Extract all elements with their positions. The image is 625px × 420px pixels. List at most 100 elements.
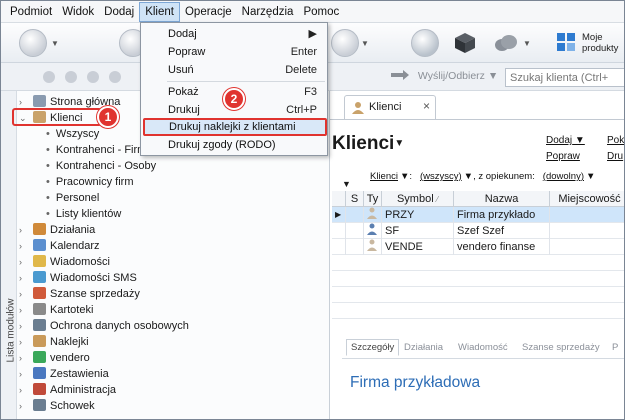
- menu-item-dodaj[interactable]: Dodaj ▶: [141, 25, 327, 43]
- menu-narzedzia[interactable]: Narzędzia: [237, 2, 299, 22]
- chevron-down-icon: ▼: [394, 138, 405, 149]
- globe-icon[interactable]: [411, 29, 439, 57]
- column-header-miejscowosc[interactable]: Miejscowość: [550, 191, 624, 207]
- column-header-symbol[interactable]: Symbol ⁄: [382, 191, 454, 207]
- sidebar-item-administracja[interactable]: › Administracja: [19, 382, 116, 398]
- person-icon: [364, 239, 382, 255]
- filter-wszyscy[interactable]: (wszyscy): [420, 171, 462, 182]
- menu-item-popraw[interactable]: Popraw Enter: [141, 43, 327, 61]
- filter-dowolny[interactable]: (dowolny): [543, 171, 584, 182]
- sidebar-item-sms[interactable]: › Wiadomości SMS: [19, 270, 137, 286]
- search-client-input[interactable]: [505, 68, 624, 87]
- table-row-empty: [332, 287, 624, 303]
- tab-wiadomosc[interactable]: Wiadomość: [458, 342, 508, 353]
- chevron-down-icon: ▼: [487, 69, 499, 82]
- sidebar-item-zestawienia[interactable]: › Zestawienia: [19, 366, 109, 382]
- sidebar-item-label: Kalendarz: [50, 240, 100, 252]
- send-icon[interactable]: [19, 29, 47, 57]
- chevron-down-icon[interactable]: ▼: [400, 171, 409, 182]
- sidebar-sub-pracownicy[interactable]: Pracownicy firm: [46, 174, 134, 190]
- sidebar-item-wiadomosci[interactable]: › Wiadomości: [19, 254, 110, 270]
- sidebar-item-schowek[interactable]: › Schowek: [19, 398, 95, 414]
- menu-item-usun[interactable]: Usuń Delete: [141, 61, 327, 79]
- page-title[interactable]: Klienci▼: [332, 133, 404, 155]
- sidebar-item-label: Wiadomości: [50, 256, 110, 268]
- sidebar-item-kartoteki[interactable]: › Kartoteki: [19, 302, 93, 318]
- files-icon: [33, 303, 46, 315]
- box-icon[interactable]: [453, 31, 477, 55]
- calendar-icon: [33, 239, 46, 251]
- sidebar-sub-personel[interactable]: Personel: [46, 190, 99, 206]
- sidebar-label-text: Lista modułów: [5, 298, 17, 363]
- sidebar-sub-kontrahenci-firmy[interactable]: Kontrahenci - Firmy: [46, 142, 152, 158]
- table-row[interactable]: ▶ PRZY Firma przykłado: [332, 207, 624, 223]
- sidebar-sub-kontrahenci-osoby[interactable]: Kontrahenci - Osoby: [46, 158, 156, 174]
- reports-icon: [33, 367, 46, 379]
- menu-podmiot[interactable]: Podmiot: [5, 2, 57, 22]
- sidebar-sub-listy[interactable]: Listy klientów: [46, 206, 121, 222]
- cell-symbol: SF: [382, 223, 454, 239]
- send-receive-icon: [391, 70, 409, 80]
- menu-klient[interactable]: Klient: [139, 1, 180, 22]
- popraw-action[interactable]: Popraw: [546, 151, 580, 162]
- person-icon: [364, 223, 382, 239]
- sales-icon: [33, 287, 46, 299]
- menu-item-drukuj-naklejki[interactable]: Drukuj naklejki z klientami: [143, 118, 327, 136]
- column-header-nazwa[interactable]: Nazwa: [454, 191, 550, 207]
- home-icon: [33, 95, 46, 107]
- chevron-right-icon: ▶: [308, 28, 317, 40]
- search-person-icon[interactable]: [331, 29, 359, 57]
- drukuj-action[interactable]: Dru: [607, 151, 623, 162]
- pokaz-action[interactable]: Pok: [607, 135, 624, 146]
- sort-arrow-icon: ▼: [342, 179, 351, 189]
- cloud-icon[interactable]: [493, 33, 519, 53]
- cell-nazwa: Firma przykłado: [454, 207, 550, 223]
- close-icon[interactable]: ×: [423, 99, 430, 113]
- cell-s: [346, 239, 364, 255]
- column-header-label: Symbol: [396, 193, 434, 205]
- sidebar-item-dzialania[interactable]: › Działania: [19, 222, 95, 238]
- sidebar-item-naklejki[interactable]: › Naklejki: [19, 334, 89, 350]
- chevron-down-icon[interactable]: ▼: [361, 39, 369, 48]
- menu-item-label: Drukuj: [168, 104, 200, 116]
- tab-szanse-sprzedazy[interactable]: Szanse sprzedaży: [522, 342, 600, 353]
- menu-separator: [167, 81, 325, 82]
- tab-szczegoly[interactable]: Szczegóły: [346, 339, 400, 356]
- clipboard-icon: [33, 399, 46, 411]
- tab-p[interactable]: P: [612, 342, 618, 353]
- menu-pomoc[interactable]: Pomoc: [298, 2, 344, 22]
- labels-icon: [33, 335, 46, 347]
- column-header-ty[interactable]: Ty: [364, 191, 382, 207]
- tab-dzialania[interactable]: Działania: [404, 342, 443, 353]
- table-row[interactable]: SF Szef Szef: [332, 223, 624, 239]
- row-pointer: [332, 239, 346, 255]
- sidebar-item-szanse[interactable]: › Szanse sprzedaży: [19, 286, 140, 302]
- filter-klienci[interactable]: Klienci: [370, 171, 398, 182]
- dodaj-action[interactable]: Dodaj ▼: [546, 135, 585, 146]
- tab-klienci[interactable]: Klienci ×: [344, 95, 436, 119]
- admin-icon: [33, 383, 46, 395]
- vendero-icon: [33, 351, 46, 363]
- menu-dodaj[interactable]: Dodaj: [99, 2, 139, 22]
- chevron-down-icon[interactable]: ▼: [51, 39, 59, 48]
- sidebar-item-vendero[interactable]: › vendero: [19, 350, 90, 366]
- table-row[interactable]: VENDE vendero finanse: [332, 239, 624, 255]
- sidebar-item-kalendarz[interactable]: › Kalendarz: [19, 238, 100, 254]
- menu-operacje[interactable]: Operacje: [180, 2, 237, 22]
- column-header-s[interactable]: S: [346, 191, 364, 207]
- annotation-badge-1: 1: [97, 106, 119, 128]
- cell-symbol: VENDE: [382, 239, 454, 255]
- sort-icon: ⁄: [436, 195, 439, 204]
- menu-item-drukuj-zgody[interactable]: Drukuj zgody (RODO): [141, 136, 327, 154]
- chevron-down-icon[interactable]: ▼: [464, 171, 473, 182]
- chevron-down-icon[interactable]: ▼: [586, 171, 595, 182]
- products-icon: [557, 33, 575, 51]
- chevron-down-icon[interactable]: ▼: [523, 39, 531, 48]
- wyslij-odbierz-button[interactable]: Wyślij/Odbierz ▼: [389, 69, 498, 83]
- sidebar-sub-wszyscy[interactable]: Wszyscy: [46, 126, 99, 142]
- menu-widok[interactable]: Widok: [57, 2, 99, 22]
- filter-row: Klienci ▼: (wszyscy) ▼, z opiekunem: (dowo…: [370, 171, 595, 182]
- cell-miejscowosc: [550, 223, 624, 239]
- sidebar-item-ochrona[interactable]: › Ochrona danych osobowych: [19, 318, 189, 334]
- moje-produkty-button[interactable]: Moje produkty: [556, 29, 622, 59]
